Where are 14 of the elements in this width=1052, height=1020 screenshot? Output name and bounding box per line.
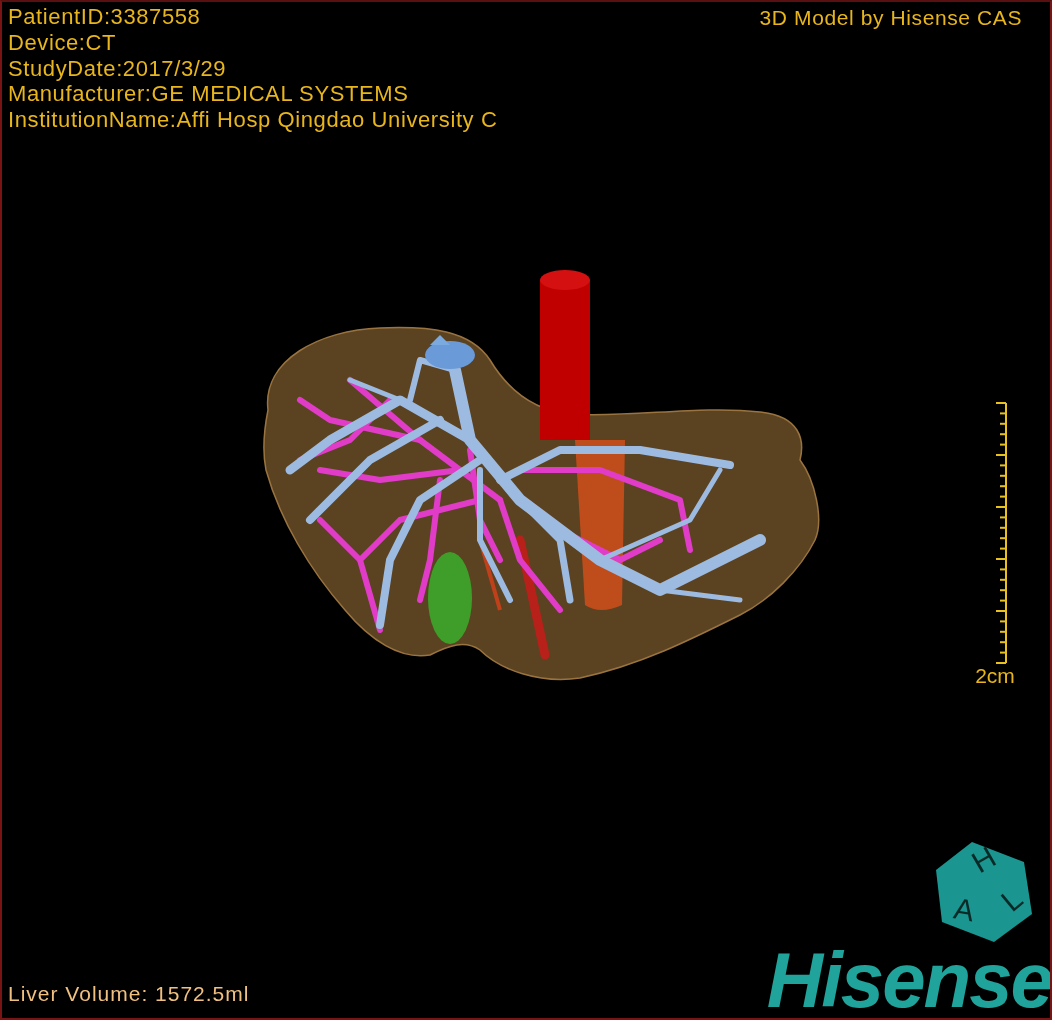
liver-model-drawing[interactable]: [263, 270, 820, 681]
cube-face-letter: L: [994, 881, 1029, 918]
orientation-cube[interactable]: [936, 842, 1032, 942]
patient-info-line: Manufacturer:GE MEDICAL SYSTEMS: [8, 81, 410, 108]
cube-face-letter: A: [951, 891, 977, 928]
brand-logo: Hisense: [766, 946, 1050, 1014]
patient-info-line: InstitutionName:Affi Hosp Qingdao University C: [8, 107, 498, 133]
scale-label: 2cm: [975, 664, 1015, 688]
viewer-title: 3D Model by Hisense CAS: [759, 5, 1022, 31]
patient-info-line: PatientID:3387558: [8, 4, 202, 30]
patient-info-line: Device:CT: [8, 29, 118, 56]
liver-volume: Liver Volume: 1572.5ml: [7, 982, 250, 1007]
cube-face-letter: H: [966, 840, 1002, 880]
patient-info-line: StudyDate:2017/3/29: [8, 55, 228, 82]
